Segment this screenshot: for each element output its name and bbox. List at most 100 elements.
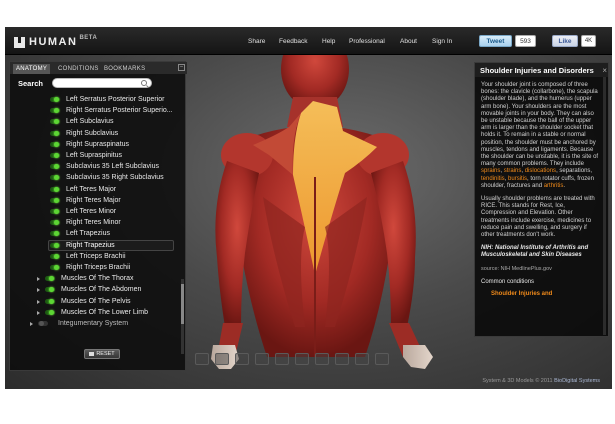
tree-item[interactable]: Right Teres Major (10, 195, 180, 206)
dissect-tool-icon[interactable] (335, 353, 349, 365)
visibility-toggle[interactable] (50, 209, 60, 214)
info-text: , separations, (556, 168, 593, 175)
info-panel-title: Shoulder Injuries and Disorders (480, 66, 594, 75)
tree-item[interactable]: Left Supraspinitus (10, 150, 180, 161)
visibility-toggle[interactable] (50, 242, 60, 248)
link-dislocations[interactable]: dislocations (525, 168, 556, 174)
tree-item-label: Left Triceps Brachii (66, 252, 126, 260)
close-icon[interactable]: × (602, 66, 607, 75)
nav-share[interactable]: Share (248, 38, 265, 45)
rotate-tool-icon[interactable] (195, 353, 209, 365)
nav-feedback[interactable]: Feedback (279, 38, 308, 45)
visibility-toggle[interactable] (50, 119, 60, 125)
view-toolbar (195, 353, 445, 368)
tweet-label: Tweet (486, 37, 505, 45)
info-scrollbar[interactable] (603, 77, 606, 335)
visibility-toggle[interactable] (50, 130, 60, 136)
human-logo[interactable]: HUMAN BETA (14, 35, 97, 48)
tree-item-label: Right Trapezius (66, 241, 115, 249)
visibility-toggle[interactable] (50, 97, 60, 102)
visibility-toggle[interactable] (50, 141, 60, 147)
reset-label: RESET (96, 351, 115, 357)
tree-item[interactable]: Left Subclavius (10, 116, 180, 127)
visibility-toggle[interactable] (45, 309, 55, 315)
visibility-toggle[interactable] (50, 186, 60, 192)
tweet-button[interactable]: Tweet (479, 35, 512, 47)
nav-professional[interactable]: Professional (349, 38, 385, 45)
tree-item[interactable]: Right Subclavius (10, 128, 180, 139)
expand-arrow-icon[interactable] (30, 322, 33, 326)
expand-arrow-icon[interactable] (37, 299, 40, 304)
visibility-toggle[interactable] (50, 231, 60, 237)
tree-group[interactable]: Muscles Of The Abdomen (10, 284, 180, 295)
expand-arrow-icon[interactable] (37, 277, 40, 282)
pan-tool-icon[interactable] (215, 353, 229, 365)
link-sprains[interactable]: sprains (481, 168, 500, 174)
visibility-toggle[interactable] (50, 108, 60, 114)
visibility-toggle[interactable] (45, 298, 55, 304)
tweet-count: 593 (515, 35, 536, 47)
tree-item[interactable]: Right Trapezius (10, 239, 180, 251)
tree-group[interactable]: Muscles Of The Thorax (10, 273, 180, 284)
link-tendinitis[interactable]: tendinitis (481, 176, 505, 182)
info-panel-body: Your shoulder joint is composed of three… (481, 82, 600, 298)
visibility-toggle[interactable] (50, 220, 60, 226)
visibility-toggle[interactable] (50, 164, 60, 170)
tab-conditions[interactable]: CONDITIONS (55, 64, 102, 74)
tree-item[interactable]: Right Triceps Brachii (10, 262, 180, 273)
bookmark-tool-icon[interactable] (355, 353, 369, 365)
tab-bookmarks[interactable]: BOOKMARKS (101, 64, 148, 74)
tree-group[interactable]: Muscles Of The Pelvis (10, 296, 180, 307)
select-tool-icon[interactable] (255, 353, 269, 365)
common-conditions-label: Common conditions (481, 278, 535, 285)
hide-tool-icon[interactable] (275, 353, 289, 365)
tree-item-label: Right Triceps Brachii (66, 264, 131, 271)
tree-item[interactable]: Subclavius 35 Right Subclavius (10, 172, 180, 183)
expand-arrow-icon[interactable] (37, 288, 40, 293)
tree-scrollbar-thumb[interactable] (181, 284, 184, 324)
nih-source-title: NIH: National Institute of Arthritis and… (481, 245, 589, 259)
xray-tool-icon[interactable] (315, 353, 329, 365)
reset-button[interactable]: RESET (84, 349, 120, 359)
link-bursitis[interactable]: bursitis (508, 176, 527, 182)
visibility-toggle[interactable] (45, 276, 55, 282)
expand-arrow-icon[interactable] (37, 310, 40, 315)
tree-item[interactable]: Right Teres Minor (10, 217, 180, 228)
visibility-toggle[interactable] (38, 321, 48, 326)
tree-group[interactable]: Integumentary System (10, 318, 180, 329)
footer-link[interactable]: BioDigital Systems (554, 378, 600, 384)
tree-group[interactable]: Muscles Of The Lower Limb (10, 307, 180, 318)
search-icon[interactable] (141, 80, 147, 86)
condition-link[interactable]: Shoulder Injuries and (491, 291, 600, 298)
facebook-like-button[interactable]: Like (552, 35, 578, 47)
nav-help[interactable]: Help (322, 38, 335, 45)
visibility-toggle[interactable] (50, 175, 60, 181)
like-count: 4K (581, 35, 596, 47)
visibility-toggle[interactable] (50, 265, 60, 270)
nav-sign-in[interactable]: Sign In (432, 38, 452, 45)
visibility-toggle[interactable] (50, 197, 60, 203)
link-strains[interactable]: strains (504, 168, 522, 174)
tree-item-label: Subclavius 35 Right Subclavius (66, 174, 164, 182)
visibility-toggle[interactable] (50, 153, 60, 158)
nav-about[interactable]: About (400, 38, 417, 45)
tree-item[interactable]: Left Trapezius (10, 228, 180, 239)
tree-item[interactable]: Right Supraspinatus (10, 139, 180, 150)
tree-item[interactable]: Right Serratus Posterior Superio... (10, 105, 180, 116)
tree-item[interactable]: Left Teres Major (10, 184, 180, 195)
tree-item[interactable]: Left Serratus Posterior Superior (10, 94, 180, 105)
search-input[interactable] (52, 78, 152, 88)
share-tool-icon[interactable] (375, 353, 389, 365)
tree-item-label: Left Teres Minor (66, 208, 117, 215)
tree-item[interactable]: Subclavius 35 Left Subclavius (10, 161, 180, 172)
visibility-toggle[interactable] (50, 253, 60, 259)
collapse-panel-button[interactable]: – (178, 64, 185, 71)
link-arthritis[interactable]: arthritis (544, 183, 564, 189)
tab-anatomy[interactable]: ANATOMY (13, 64, 51, 74)
tree-item[interactable]: Left Triceps Brachii (10, 251, 180, 262)
zoom-tool-icon[interactable] (235, 353, 249, 365)
tree-item[interactable]: Left Teres Minor (10, 206, 180, 217)
visibility-toggle[interactable] (45, 287, 55, 293)
fade-tool-icon[interactable] (295, 353, 309, 365)
footer-credit: System & 3D Models © 2011 BioDigital Sys… (482, 378, 600, 384)
